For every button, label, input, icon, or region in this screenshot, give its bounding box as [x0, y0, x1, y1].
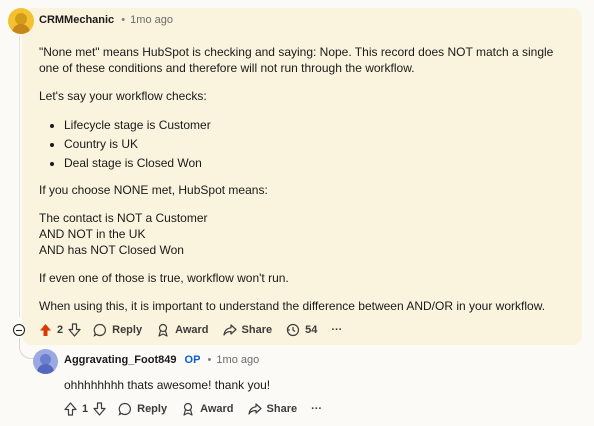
minus-icon [16, 329, 22, 331]
vote-group: 2 [39, 323, 81, 337]
share-icon [247, 403, 262, 415]
list-item: Deal stage is Closed Won [64, 154, 211, 173]
views-button[interactable]: 54 [286, 323, 317, 337]
list-item: Lifecycle stage is Customer [64, 116, 211, 135]
more-options-button[interactable]: ··· [311, 403, 322, 415]
upvote-button[interactable] [39, 323, 52, 337]
reply-button[interactable]: Reply [118, 402, 167, 416]
comment-line: AND NOT in the UK [39, 227, 146, 241]
speech-bubble-icon [93, 323, 107, 337]
avatar[interactable] [8, 8, 34, 34]
comment-paragraph: When using this, it is important to unde… [39, 299, 546, 313]
avatar[interactable] [33, 349, 58, 374]
comment-line: The contact is NOT a Customer [39, 211, 208, 225]
clock-icon [286, 323, 300, 337]
collapse-thread-button[interactable] [13, 324, 25, 336]
downvote-button[interactable] [93, 402, 106, 416]
comment-paragraph: If you choose NONE met, HubSpot means: [39, 183, 268, 197]
comment-paragraph: If even one of those is true, workflow w… [39, 271, 289, 285]
award-button[interactable]: Award [156, 323, 209, 337]
meta-separator: • [121, 14, 126, 26]
award-icon [183, 402, 193, 416]
downvote-button[interactable] [68, 323, 81, 337]
avatar-body [37, 364, 54, 374]
avatar-body [12, 24, 30, 34]
vote-count: 2 [57, 324, 64, 336]
comment-username[interactable]: CRMMechanic [39, 14, 114, 26]
reply-label: Reply [112, 324, 143, 336]
ellipsis-icon: ··· [311, 403, 323, 415]
reply-action-bar: 1 Reply Award Share ··· [64, 399, 336, 419]
comment-time[interactable]: 1mo ago [130, 14, 173, 26]
more-options-button[interactable]: ··· [331, 324, 342, 336]
comment-paragraph: "None met" means HubSpot is checking and… [39, 45, 554, 75]
upvote-arrow-icon [64, 402, 77, 416]
share-icon [222, 324, 237, 336]
share-button[interactable]: Share [247, 402, 298, 416]
reply-button[interactable]: Reply [93, 323, 142, 337]
upvote-button[interactable] [64, 402, 77, 416]
award-label: Award [200, 403, 234, 415]
reply-meta: Aggravating_Foot849 OP • 1mo ago [64, 353, 259, 367]
award-button[interactable]: Award [181, 402, 234, 416]
share-button[interactable]: Share [222, 323, 273, 337]
reply-time[interactable]: 1mo ago [216, 354, 259, 366]
comment-meta: CRMMechanic • 1mo ago [39, 13, 173, 27]
comment-line: AND has NOT Closed Won [39, 243, 184, 257]
views-count: 54 [305, 324, 318, 336]
comment-paragraph: Let's say your workflow checks: [39, 89, 207, 103]
reply-text: ohhhhhhhh thats awesome! thank you! [64, 378, 271, 392]
reply-label: Reply [137, 403, 168, 415]
reply-username[interactable]: Aggravating_Foot849 [64, 354, 176, 366]
share-label: Share [266, 403, 298, 415]
speech-bubble-icon [118, 402, 132, 416]
comment-action-bar: 2 Reply Award Share 54 ··· [39, 320, 356, 340]
ellipsis-icon: ··· [331, 324, 343, 336]
op-badge: OP [184, 354, 201, 366]
conditions-list: Lifecycle stage is Customer Country is U… [39, 116, 211, 173]
share-label: Share [241, 324, 273, 336]
vote-group: 1 [64, 402, 106, 416]
thread-line [19, 36, 20, 317]
vote-count: 1 [82, 403, 89, 415]
downvote-arrow-icon [93, 402, 106, 416]
award-icon [158, 323, 168, 337]
upvote-arrow-icon [40, 324, 51, 336]
meta-separator: • [207, 354, 212, 366]
award-label: Award [175, 324, 209, 336]
downvote-arrow-icon [68, 323, 81, 337]
list-item: Country is UK [64, 135, 211, 154]
